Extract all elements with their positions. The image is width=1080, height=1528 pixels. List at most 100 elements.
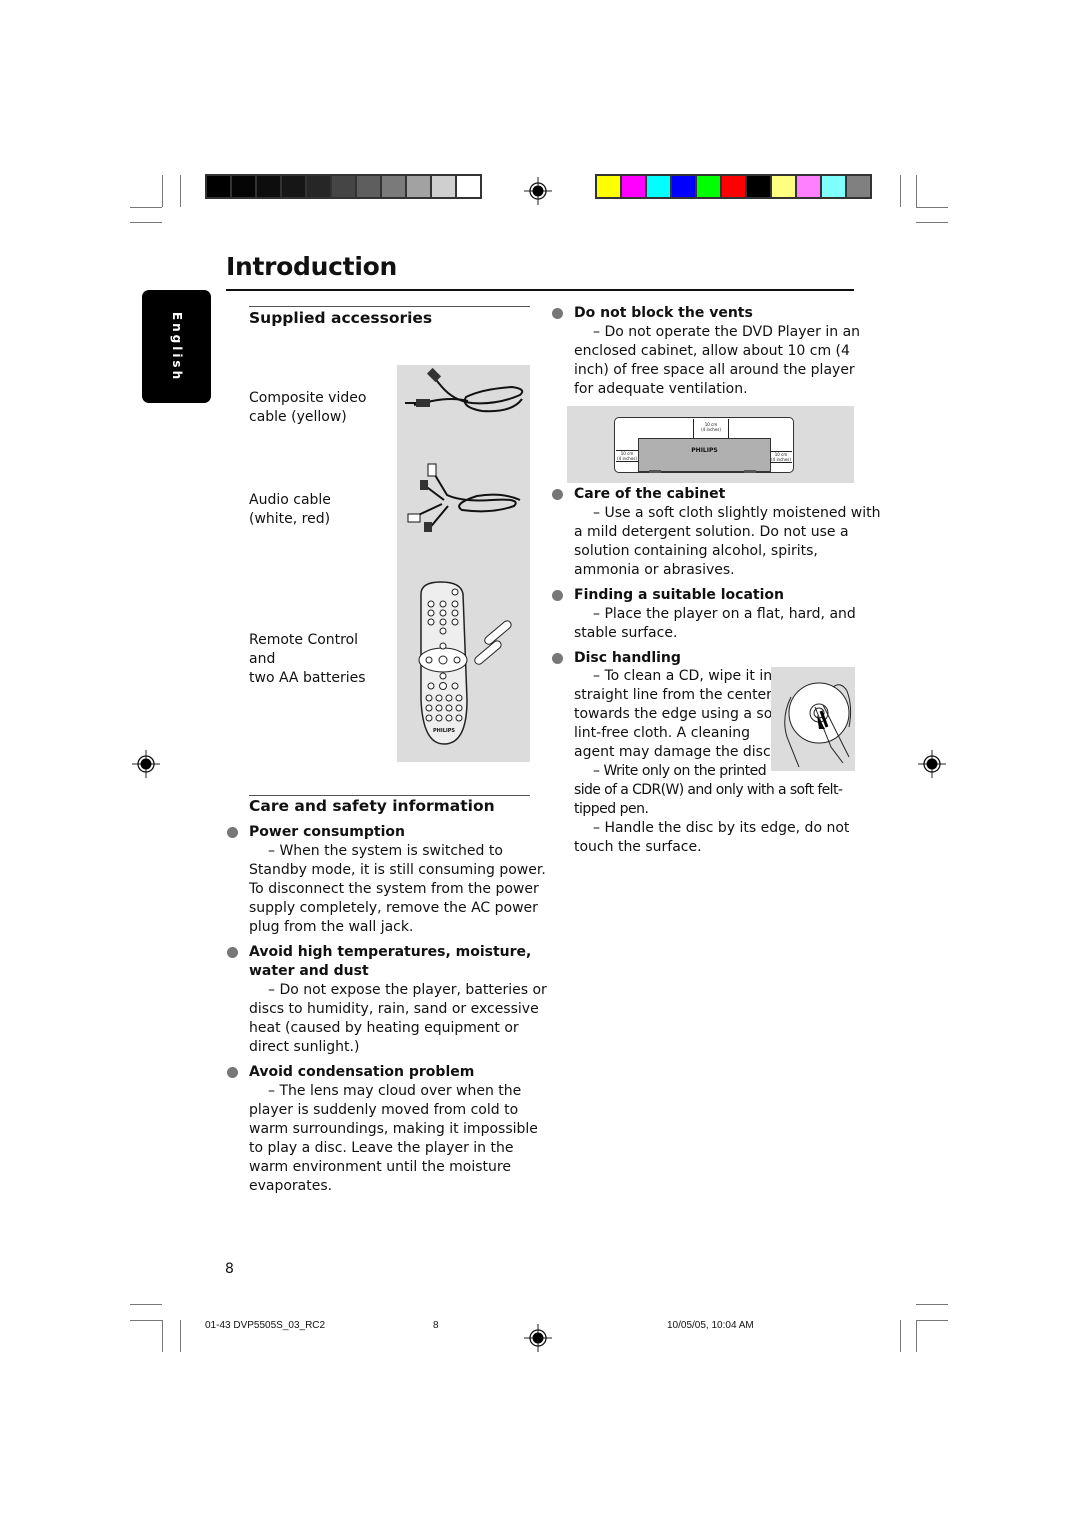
body-line: enclosed cabinet, allow about 10 cm (4 <box>574 343 850 359</box>
dvd-player-shape: PHILIPS <box>638 438 771 472</box>
crop-mark <box>130 207 162 208</box>
bullet-icon <box>552 489 563 500</box>
disc-cleaning-illustration <box>771 667 855 771</box>
clearance-left-label: 10 cm (4 inches) <box>616 450 638 462</box>
disc-wipe-icon <box>784 682 852 768</box>
body-line: discs to humidity, rain, sand or excessi… <box>249 1001 539 1017</box>
bullet-body: – When the system is switched to Standby… <box>249 842 546 937</box>
crop-mark <box>130 1304 162 1305</box>
body-line: direct sunlight.) <box>249 1039 360 1055</box>
page-number: 8 <box>225 1261 234 1277</box>
language-tab-label: English <box>169 311 184 382</box>
arrow-top-left <box>693 419 694 438</box>
color-swatch <box>722 176 745 197</box>
color-swatch <box>622 176 645 197</box>
accessory-label-line: Audio cable <box>249 492 331 508</box>
bullet-title: Avoid high temperatures, moisture, water… <box>249 943 531 981</box>
language-tab: English <box>142 290 211 403</box>
color-swatch <box>382 176 405 197</box>
bullet-icon <box>227 947 238 958</box>
crop-mark <box>916 175 917 207</box>
video-cable-icon <box>405 367 524 413</box>
body-line: supply completely, remove the AC power <box>249 900 538 916</box>
bullet-title-line: water and dust <box>249 963 369 979</box>
crop-mark <box>180 1320 181 1352</box>
crop-mark <box>900 1320 901 1352</box>
body-line: stable surface. <box>574 625 678 641</box>
body-line: player is suddenly moved from cold to <box>249 1102 519 1118</box>
color-swatch <box>822 176 845 197</box>
color-swatch <box>207 176 230 197</box>
body-line: – Do not expose the player, batteries or <box>268 982 547 998</box>
color-swatch <box>847 176 870 197</box>
title-rule <box>226 289 854 291</box>
body-line: – Handle the disc by its edge, do not <box>593 820 850 836</box>
crop-mark <box>900 175 901 207</box>
body-line: to play a disc. Leave the player in the <box>249 1140 514 1156</box>
accessory-label-line: two AA batteries <box>249 670 366 686</box>
color-swatch <box>672 176 695 197</box>
clearance-right-label: 10 cm (4 inches) <box>770 451 792 463</box>
clearance-subvalue: (4 inches) <box>617 456 637 461</box>
accessory-label-line: Remote Control <box>249 632 359 648</box>
registration-target-icon <box>524 1324 552 1352</box>
crop-mark <box>916 1320 917 1352</box>
bullet-body: – Do not expose the player, batteries or… <box>249 981 547 1057</box>
crop-mark <box>162 175 163 207</box>
page-title: Introduction <box>226 252 397 281</box>
bullet-body: – The lens may cloud over when the playe… <box>249 1082 538 1196</box>
accessory-label-line: (white, red) <box>249 511 331 527</box>
crop-mark <box>162 1320 163 1352</box>
color-swatch <box>332 176 355 197</box>
bullet-title: Disc handling <box>574 650 681 666</box>
bullet-title: Finding a suitable location <box>574 587 784 603</box>
audio-cable-icon <box>407 463 521 532</box>
color-swatch <box>432 176 455 197</box>
crop-mark <box>916 222 948 223</box>
crop-mark <box>180 175 181 207</box>
body-line: plug from the wall jack. <box>249 919 414 935</box>
body-line: evaporates. <box>249 1178 333 1194</box>
accessory-label-line: Composite video <box>249 390 367 406</box>
body-line: inch) of free space all around the playe… <box>574 362 855 378</box>
body-line: – When the system is switched to <box>268 843 503 859</box>
accessories-image-panel: PHILIPS <box>397 365 530 762</box>
bullet-title: Avoid condensation problem <box>249 1064 475 1080</box>
accessory-label: Audio cable (white, red) <box>249 491 331 529</box>
body-line: – Place the player on a flat, hard, and <box>593 606 856 622</box>
ventilation-diagram: PHILIPS 10 cm (4 inches) 10 cm (4 inches… <box>567 406 854 483</box>
color-calibration-bar <box>595 174 872 199</box>
crop-mark <box>916 1320 948 1321</box>
color-swatch <box>647 176 670 197</box>
registration-target-icon <box>132 750 160 778</box>
body-line: warm environment until the moisture <box>249 1159 511 1175</box>
accessory-label: Composite video cable (yellow) <box>249 389 366 427</box>
body-line: warm surroundings, making it impossible <box>249 1121 538 1137</box>
color-swatch <box>357 176 380 197</box>
arrow-top-right <box>728 419 729 438</box>
footer-file-name: 01-43 DVP5505S_03_RC2 <box>205 1320 326 1331</box>
grayscale-calibration-bar <box>205 174 482 199</box>
bullet-icon <box>227 827 238 838</box>
footer-timestamp: 10/05/05, 10:04 AM <box>667 1320 754 1331</box>
bullet-title: Care of the cabinet <box>574 486 726 502</box>
color-swatch <box>797 176 820 197</box>
color-swatch <box>772 176 795 197</box>
remote-control-icon: PHILIPS <box>418 581 512 745</box>
body-line: side of a CDR(W) and only with a soft fe… <box>574 782 843 798</box>
bullet-title-line: Avoid high temperatures, moisture, <box>249 944 532 960</box>
body-line: – Do not operate the DVD Player in an <box>593 324 861 340</box>
bullet-title: Do not block the vents <box>574 305 753 321</box>
registration-target-icon <box>524 177 552 205</box>
crop-mark <box>916 207 948 208</box>
supplied-accessories-heading: Supplied accessories <box>249 309 433 327</box>
color-swatch <box>457 176 480 197</box>
bullet-body: – Use a soft cloth slightly moistened wi… <box>574 504 881 580</box>
color-swatch <box>407 176 430 197</box>
crop-mark <box>130 222 162 223</box>
bullet-body: – Place the player on a flat, hard, and … <box>574 605 856 643</box>
player-foot <box>649 470 661 473</box>
body-line: – The lens may cloud over when the <box>268 1083 522 1099</box>
bullet-icon <box>552 653 563 664</box>
body-line: To disconnect the system from the power <box>249 881 539 897</box>
